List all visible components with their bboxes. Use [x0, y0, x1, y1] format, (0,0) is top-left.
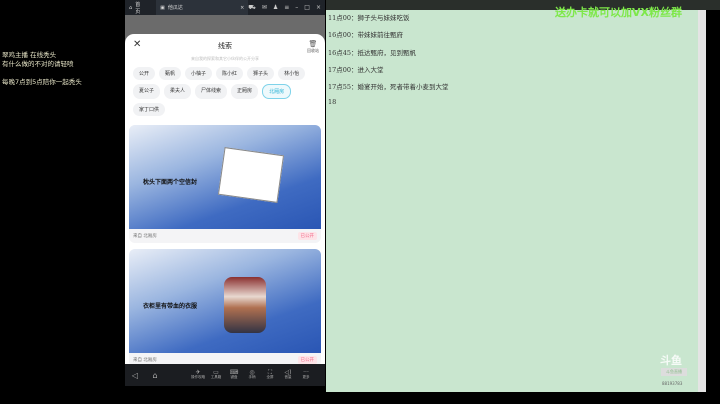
toolbar-volume[interactable]: ◁) 音量 [279, 370, 297, 380]
tag[interactable]: 夏公子 [133, 84, 161, 99]
toolbar-fullscreen[interactable]: ⛶ 全屏 [261, 370, 279, 380]
modal-title: 线索 [218, 42, 232, 50]
emulator-toolbar: ◁ ⌂ ✈ 操作攻略 ▭ 工具箱 ⌨ 键盘 ◎ 手柄 ⛶ 全屏 ◁) 音量 ··· 更多 [125, 364, 325, 386]
close-icon[interactable]: × [316, 4, 321, 12]
clue-card[interactable]: 枕头下面两个空信封 来自 北厢房 已公开 [129, 125, 321, 243]
note-line: 17点00：进入大堂 [328, 65, 384, 74]
toolbar-label: 键盘 [230, 375, 238, 379]
toolbar-label: 音量 [284, 375, 292, 379]
clue-card[interactable]: 衣柜里有带血的衣服 来自 北厢房 已公开 [129, 249, 321, 364]
envelope-icon [217, 147, 285, 203]
toolbar-keyboard[interactable]: ⌨ 键盘 [225, 370, 243, 380]
tag[interactable]: 柔夫人 [164, 84, 192, 99]
notes-document[interactable]: 11点00：狮子头与妹妹吃饭 16点00：带妹妹前往甄府 16点45：抵达甄府，… [326, 10, 698, 392]
stream-banner: 送办卡就可以加VX粉丝群 [555, 6, 682, 19]
recycle-label: 回收站 [307, 48, 319, 53]
tag[interactable]: 甄帆 [159, 67, 182, 80]
toolbar-label: 手柄 [248, 375, 256, 379]
user-icon[interactable]: ♟ [273, 4, 278, 12]
note-line: 17点55：婚宴开始，死者带着小麦到大堂 [328, 83, 449, 92]
status-badge: 已公开 [297, 232, 317, 240]
watermark-sub: 斗鱼直播 [661, 368, 687, 376]
scrollbar[interactable] [698, 10, 706, 392]
room-id: 88193783 [662, 381, 683, 386]
toolbar-toolbox[interactable]: ▭ 工具箱 [207, 370, 225, 380]
tab-app[interactable]: ▣ 他瓜达 × [156, 0, 249, 15]
toolbar-label: 操作攻略 [191, 375, 205, 379]
clue-source: 来自 北厢房 [133, 358, 157, 363]
tag[interactable]: 狮子头 [247, 67, 275, 80]
app-icon: ▣ [160, 4, 165, 11]
tag[interactable]: 公开 [133, 67, 156, 80]
clothes-icon [224, 277, 266, 333]
toolbar-gamepad[interactable]: ◎ 手柄 [243, 370, 261, 380]
clue-image: 衣柜里有带血的衣服 [129, 249, 321, 353]
tag[interactable]: 尸体线索 [195, 84, 228, 99]
tag-selected[interactable]: 北厢房 [262, 84, 292, 99]
clue-caption: 衣柜里有带血的衣服 [143, 303, 198, 310]
tab-label: 他瓜达 [167, 5, 183, 11]
toolbar-more[interactable]: ··· 更多 [297, 370, 315, 380]
note-line: 16点00：带妹妹前往甄府 [328, 31, 404, 40]
tag[interactable]: 正厢房 [231, 84, 259, 99]
toolbar-label: 工具箱 [210, 375, 222, 379]
status-badge: 已公开 [297, 356, 317, 364]
home-icon: ⌂ [129, 4, 133, 11]
tag[interactable]: 家丁口供 [133, 103, 166, 116]
clue-source: 来自 北厢房 [133, 234, 157, 239]
mail-icon[interactable]: ✉ [262, 4, 267, 12]
title-bar: ⌂ 首页 ▣ 他瓜达 × ⛟ ✉ ♟ ≡ – □ × [125, 0, 325, 15]
tag[interactable]: 林小怡 [278, 67, 306, 80]
cart-icon[interactable]: ⛟ [248, 4, 256, 12]
overlay-line: 有什么做的不对的请轻喷 [2, 60, 74, 68]
tab-home[interactable]: ⌂ 首页 [125, 0, 148, 15]
menu-icon[interactable]: ≡ [284, 4, 289, 12]
emulator-window: ⌂ 首页 ▣ 他瓜达 × ⛟ ✉ ♟ ≡ – □ × ✕ 线索 🗑 回收站 来自我的探索和其它小伙伴… [125, 0, 325, 386]
trash-icon: 🗑 [308, 40, 318, 48]
clue-image: 枕头下面两个空信封 [129, 125, 321, 229]
close-icon[interactable]: ✕ [133, 39, 141, 50]
maximize-icon[interactable]: □ [304, 4, 310, 12]
note-line: 16点45：抵达甄府，见到甄帆 [328, 48, 417, 57]
toolbar-guide[interactable]: ✈ 操作攻略 [189, 370, 207, 380]
toolbar-label: 更多 [302, 375, 310, 379]
close-tab-icon[interactable]: × [240, 5, 244, 11]
tab-label: 首页 [135, 1, 141, 15]
minimize-icon[interactable]: – [295, 4, 298, 12]
tag[interactable]: 陈小红 [216, 67, 244, 80]
note-line: 18 [328, 98, 337, 107]
tag-filter: 公开 甄帆 小柚子 陈小红 狮子头 林小怡 夏公子 柔夫人 尸体线索 正厢房 北… [125, 62, 325, 121]
tag[interactable]: 小柚子 [185, 67, 213, 80]
stream-overlay-text: 翠鸡主播 在线秃头 有什么做的不对的请轻喷 每晚7点到5点陪你一起秃头 [2, 51, 82, 87]
back-icon[interactable]: ◁ [125, 371, 145, 380]
toolbar-label: 全屏 [266, 375, 274, 379]
clue-caption: 枕头下面两个空信封 [143, 179, 198, 186]
overlay-line: 翠鸡主播 在线秃头 [2, 51, 57, 59]
clue-modal: ✕ 线索 🗑 回收站 来自我的探索和其它小伙伴的公开分享 公开 甄帆 小柚子 陈小… [125, 34, 325, 364]
recycle-bin-button[interactable]: 🗑 回收站 [307, 40, 319, 54]
overlay-line: 每晚7点到5点陪你一起秃头 [2, 78, 82, 86]
douyu-logo: 斗鱼 [660, 354, 682, 367]
home-icon[interactable]: ⌂ [145, 371, 165, 380]
